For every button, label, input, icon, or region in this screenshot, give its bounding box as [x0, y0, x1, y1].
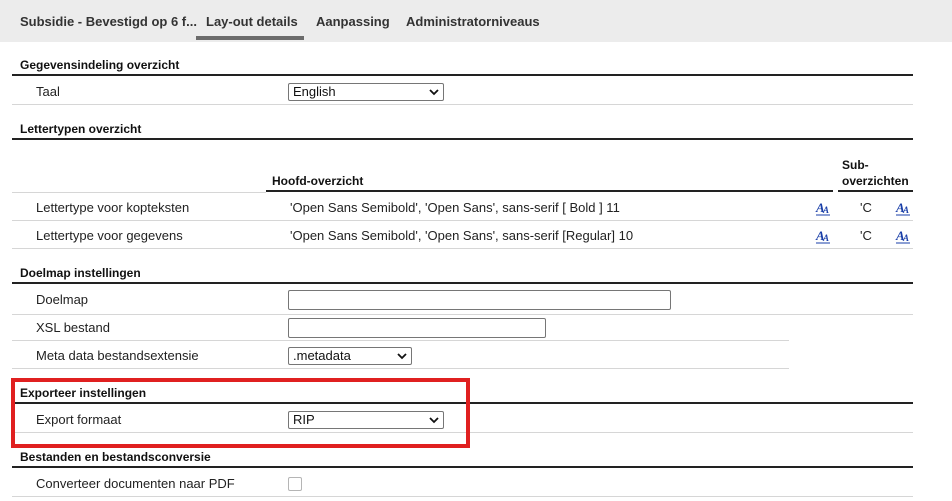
active-tab-indicator [196, 36, 304, 40]
folder-label: Doelmap [36, 292, 89, 307]
font-row-sub-value: 'C [860, 228, 872, 243]
row-divider [12, 368, 789, 369]
row-divider [12, 192, 266, 193]
meta-extension-value: .metadata [293, 348, 351, 363]
svg-text:A: A [822, 233, 829, 243]
font-row-sub-value: 'C [860, 200, 872, 215]
row-divider [12, 248, 913, 249]
column-header-main: Hoofd-overzicht [272, 174, 364, 188]
chevron-down-icon [429, 89, 439, 96]
font-row-main-value: 'Open Sans Semibold', 'Open Sans', sans-… [290, 200, 620, 215]
font-settings-icon[interactable]: A A [815, 200, 831, 216]
section-title-data-layout: Gegevensindeling overzicht [20, 58, 180, 72]
section-title-files: Bestanden en bestandsconversie [20, 450, 211, 464]
row-divider [12, 340, 789, 341]
highlight-annotation [11, 378, 470, 448]
font-row-label: Lettertype voor kopteksten [36, 200, 190, 215]
meta-extension-label: Meta data bestandsextensie [36, 348, 199, 363]
row-divider [12, 104, 913, 105]
language-select[interactable]: English [288, 83, 444, 101]
pdf-convert-checkbox[interactable] [288, 477, 302, 491]
row-divider [12, 220, 913, 221]
section-title-target: Doelmap instellingen [20, 266, 141, 280]
meta-extension-select[interactable]: .metadata [288, 347, 412, 365]
row-divider [12, 496, 913, 497]
section-title-fonts: Lettertypen overzicht [20, 122, 142, 136]
column-header-divider [838, 190, 913, 192]
column-header-divider [266, 190, 833, 192]
font-row-label: Lettertype voor gegevens [36, 228, 183, 243]
language-label: Taal [36, 84, 60, 99]
font-row-main-value: 'Open Sans Semibold', 'Open Sans', sans-… [290, 228, 634, 243]
folder-input[interactable] [288, 290, 671, 310]
column-header-sub-line2: overzichten [842, 174, 909, 188]
font-settings-icon[interactable]: A A [815, 228, 831, 244]
font-settings-icon[interactable]: A A [895, 228, 911, 244]
section-divider [12, 74, 913, 76]
section-divider [12, 282, 913, 284]
tab-subsidie[interactable]: Subsidie - Bevestigd op 6 f... [20, 14, 197, 29]
svg-text:A: A [902, 205, 909, 215]
column-header-sub-line1: Sub- [842, 158, 869, 172]
svg-text:A: A [902, 233, 909, 243]
font-settings-icon[interactable]: A A [895, 200, 911, 216]
svg-text:A: A [822, 205, 829, 215]
xsl-label: XSL bestand [36, 320, 110, 335]
row-divider [12, 314, 913, 315]
xsl-input[interactable] [288, 318, 546, 338]
pdf-convert-label: Converteer documenten naar PDF [36, 476, 235, 491]
tab-bar: Subsidie - Bevestigd op 6 f... Lay-out d… [0, 0, 952, 42]
tab-aanpassing[interactable]: Aanpassing [316, 14, 390, 29]
chevron-down-icon [397, 353, 407, 360]
section-divider [12, 466, 913, 468]
language-select-value: English [293, 84, 336, 99]
tab-administratorniveaus[interactable]: Administratorniveaus [406, 14, 540, 29]
tab-layout-details[interactable]: Lay-out details [206, 14, 298, 29]
section-divider [12, 138, 913, 140]
